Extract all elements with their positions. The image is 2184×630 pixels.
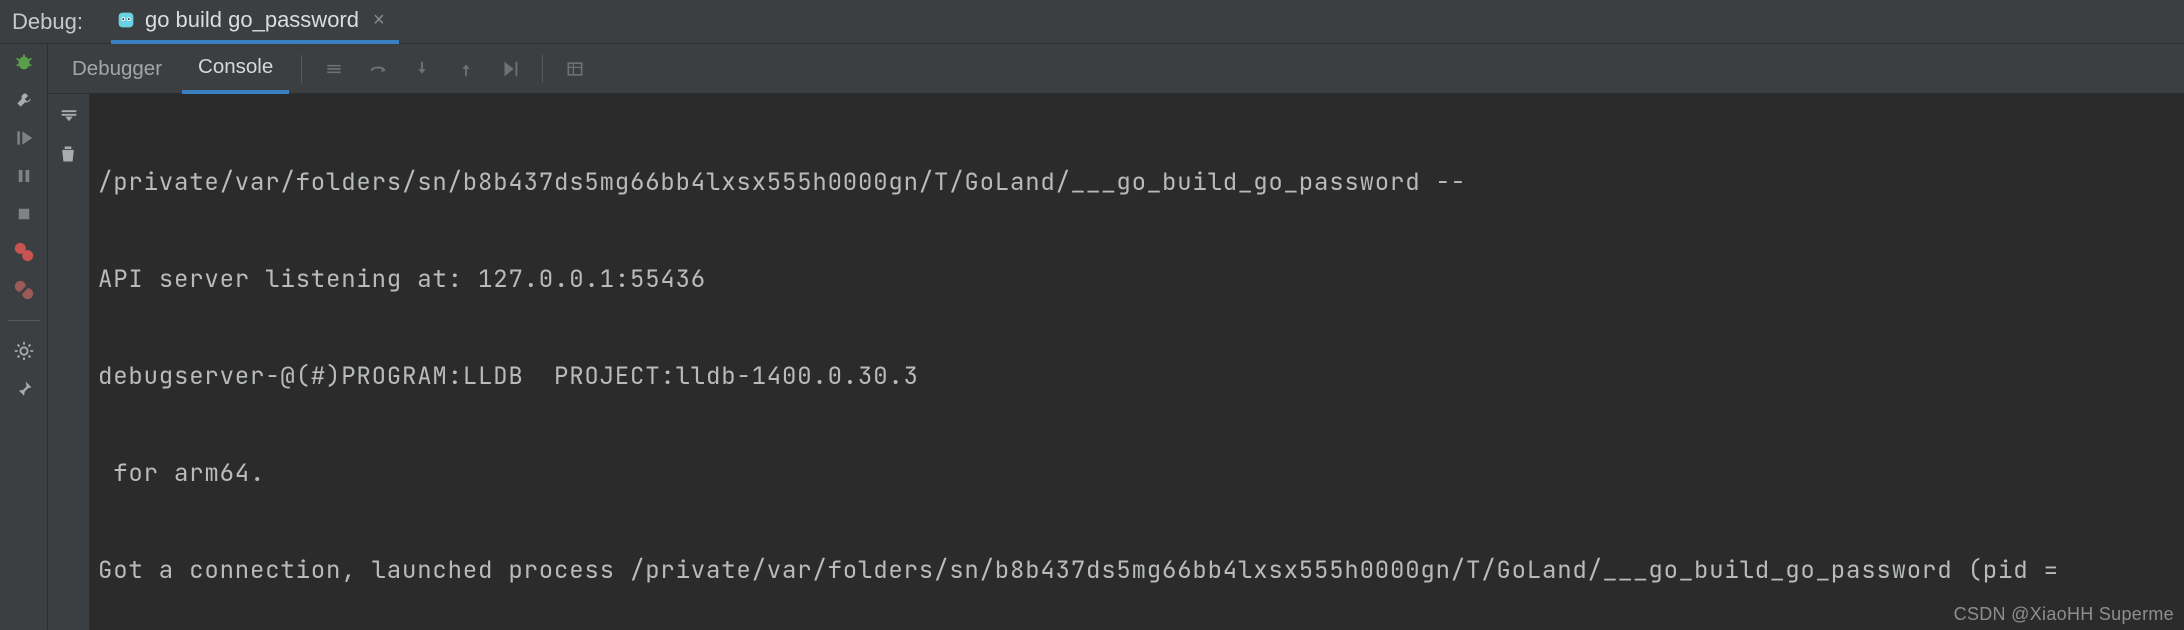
tab-console-label: Console [198, 55, 273, 79]
panel-tabs: Debugger Console [48, 44, 2184, 94]
resume-icon[interactable] [12, 126, 36, 150]
breakpoints-icon[interactable] [12, 240, 36, 264]
go-gopher-icon [115, 9, 137, 31]
tab-console[interactable]: Console [182, 44, 289, 94]
scroll-end-icon[interactable] [58, 102, 80, 124]
wrench-icon[interactable] [12, 88, 36, 112]
main: Debugger Console [0, 44, 2184, 630]
console-line: Got a connection, launched process /priv… [98, 555, 2184, 587]
console-output[interactable]: /private/var/folders/sn/b8b437ds5mg66bb4… [90, 94, 2184, 630]
step-over-icon[interactable] [358, 49, 398, 89]
run-config-name: go build go_password [145, 7, 359, 33]
console-line: debugserver-@(#)PROGRAM:LLDB PROJECT:lld… [98, 361, 2184, 393]
tab-debugger-label: Debugger [72, 57, 162, 81]
pause-icon[interactable] [12, 164, 36, 188]
layout-icon[interactable] [314, 49, 354, 89]
divider [542, 55, 543, 83]
bug-restart-icon[interactable] [12, 50, 36, 74]
console-line: /private/var/folders/sn/b8b437ds5mg66bb4… [98, 167, 2184, 199]
step-out-icon[interactable] [446, 49, 486, 89]
center-panel: Debugger Console [48, 44, 2184, 630]
debug-label: Debug: [12, 9, 111, 35]
run-to-cursor-icon[interactable] [490, 49, 530, 89]
settings-icon[interactable] [12, 339, 36, 363]
pin-icon[interactable] [12, 377, 36, 401]
debug-tab-bar: Debug: go build go_password × [0, 0, 2184, 44]
trash-icon[interactable] [58, 144, 80, 166]
watermark: CSDN @XiaoHH Superme [1954, 602, 2174, 626]
close-icon[interactable]: × [367, 10, 385, 30]
tab-debugger[interactable]: Debugger [56, 44, 178, 94]
console-gutter [48, 94, 90, 630]
left-toolbar [0, 44, 48, 630]
console-line: API server listening at: 127.0.0.1:55436 [98, 264, 2184, 296]
divider [301, 55, 302, 83]
console-row: /private/var/folders/sn/b8b437ds5mg66bb4… [48, 94, 2184, 630]
console-line: for arm64. [98, 458, 2184, 490]
run-config-tab[interactable]: go build go_password × [111, 0, 399, 44]
separator [8, 320, 40, 321]
evaluate-icon[interactable] [555, 49, 595, 89]
stop-icon[interactable] [12, 202, 36, 226]
step-into-icon[interactable] [402, 49, 442, 89]
mute-breakpoints-icon[interactable] [12, 278, 36, 302]
